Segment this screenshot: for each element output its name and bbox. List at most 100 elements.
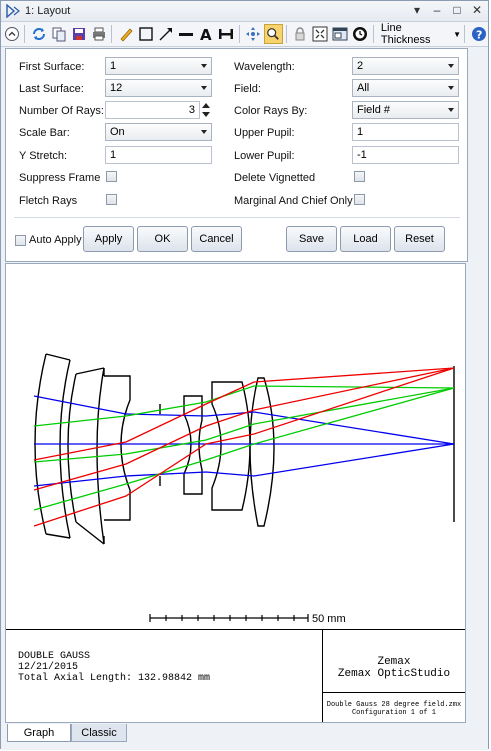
panel-divider — [14, 217, 460, 218]
graph-footer: DOUBLE GAUSS 12/21/2015 Total Axial Leng… — [6, 629, 465, 723]
auto-apply-checkbox[interactable] — [15, 235, 26, 246]
svg-text:?: ? — [476, 29, 482, 42]
color-rays-by-label: Color Rays By: — [234, 105, 308, 117]
lock-icon[interactable] — [291, 24, 310, 44]
y-stretch-value: 1 — [110, 149, 117, 161]
stepper-arrows-icon — [202, 103, 210, 117]
chevron-down-icon — [201, 130, 207, 134]
line-icon[interactable] — [176, 24, 195, 44]
number-of-rays-input[interactable]: 3 — [105, 101, 200, 119]
upper-pupil-label: Upper Pupil: — [234, 127, 295, 139]
color-rays-by-dropdown[interactable]: Field # — [352, 101, 459, 119]
marginal-chief-label: Marginal And Chief Only — [234, 195, 353, 207]
settings-panel: First Surface: 1 Last Surface: 12 Number… — [5, 48, 468, 262]
last-surface-dropdown[interactable]: 12 — [105, 79, 212, 97]
scale-bar-value: On — [110, 126, 125, 138]
toolbar-separator — [111, 25, 113, 43]
expand-icon[interactable] — [2, 24, 21, 44]
auto-apply-label: Auto Apply — [29, 234, 82, 246]
clock-icon[interactable] — [351, 24, 370, 44]
footer-left-box: DOUBLE GAUSS 12/21/2015 Total Axial Leng… — [6, 630, 323, 722]
pan-icon[interactable] — [244, 24, 263, 44]
lens-date: 12/21/2015 — [18, 662, 79, 673]
fit-icon[interactable] — [311, 24, 330, 44]
rectangle-icon[interactable] — [136, 24, 155, 44]
toolbar-separator — [24, 25, 26, 43]
y-stretch-input[interactable]: 1 — [105, 146, 212, 164]
zoom-icon[interactable] — [263, 24, 283, 44]
first-surface-value: 1 — [110, 60, 117, 72]
suppress-frame-label: Suppress Frame — [19, 172, 101, 184]
last-surface-value: 12 — [110, 82, 123, 94]
lens-1-edges — [45, 353, 71, 539]
footer-left-text: DOUBLE GAUSS 12/21/2015 Total Axial Leng… — [18, 651, 210, 684]
delete-vignetted-label: Delete Vignetted — [234, 172, 316, 184]
field-label: Field: — [234, 83, 261, 95]
tab-classic[interactable]: Classic — [71, 724, 127, 742]
toolbar: A Line Thickness ▼ ? — [1, 22, 488, 47]
toolbar-separator — [464, 25, 466, 43]
minimize-button[interactable]: – — [430, 3, 444, 17]
company-name: Zemax — [377, 656, 411, 668]
copy-icon[interactable] — [49, 24, 68, 44]
marginal-chief-checkbox[interactable] — [354, 194, 365, 205]
svg-text:A: A — [200, 26, 212, 42]
configuration: Configuration 1 of 1 — [351, 709, 436, 717]
chevron-down-icon — [201, 64, 207, 68]
close-button[interactable]: ✕ — [470, 3, 484, 17]
dropdown-chevron-icon[interactable]: ▾ — [410, 3, 424, 17]
suppress-frame-checkbox[interactable] — [106, 171, 117, 182]
apply-button[interactable]: Apply — [83, 226, 134, 252]
last-surface-label: Last Surface: — [19, 83, 84, 95]
upper-pupil-value: 1 — [357, 126, 364, 138]
load-button[interactable]: Load — [340, 226, 391, 252]
ok-button[interactable]: OK — [137, 226, 188, 252]
footer-right-top: Zemax Zemax OpticStudio — [323, 646, 465, 692]
dimension-icon[interactable] — [217, 24, 236, 44]
scale-bar-label: 50 mm — [312, 613, 346, 625]
fletch-rays-label: Fletch Rays — [19, 195, 78, 207]
maximize-button[interactable]: □ — [450, 3, 464, 17]
chevron-down-icon — [448, 86, 454, 90]
cancel-button[interactable]: Cancel — [191, 226, 242, 252]
line-thickness-label: Line Thickness — [380, 22, 431, 46]
lens-elements — [34, 353, 455, 545]
toolbar-separator — [372, 25, 374, 43]
reset-button[interactable]: Reset — [394, 226, 445, 252]
save-button[interactable]: Save — [286, 226, 337, 252]
lower-pupil-value: -1 — [357, 149, 367, 161]
number-of-rays-value: 3 — [188, 104, 195, 116]
wavelength-value: 2 — [357, 60, 364, 72]
lower-pupil-input[interactable]: -1 — [352, 146, 459, 164]
chevron-down-icon: ▼ — [453, 29, 462, 39]
scale-bar-dropdown[interactable]: On — [105, 123, 212, 141]
line-thickness-dropdown[interactable]: Line Thickness ▼ — [381, 22, 461, 46]
save-icon[interactable] — [69, 24, 88, 44]
text-icon[interactable]: A — [196, 24, 215, 44]
rays-stepper[interactable] — [201, 101, 211, 119]
print-icon[interactable] — [89, 24, 108, 44]
lens-6-outline — [249, 377, 275, 527]
field-dropdown[interactable]: All — [352, 79, 459, 97]
help-icon[interactable]: ? — [469, 24, 488, 44]
chevron-down-icon — [201, 86, 207, 90]
arrow-icon[interactable] — [156, 24, 175, 44]
field-value: All — [357, 82, 370, 94]
wavelength-dropdown[interactable]: 2 — [352, 57, 459, 75]
lens-name: DOUBLE GAUSS — [18, 651, 91, 662]
fletch-rays-checkbox[interactable] — [106, 194, 117, 205]
refresh-icon[interactable] — [29, 24, 48, 44]
upper-pupil-input[interactable]: 1 — [352, 123, 459, 141]
first-surface-dropdown[interactable]: 1 — [105, 57, 212, 75]
window-title: 1: Layout — [25, 5, 71, 17]
title-bar: 1: Layout ▾ – □ ✕ — [1, 1, 488, 22]
tab-graph[interactable]: Graph — [7, 724, 71, 742]
delete-vignetted-checkbox[interactable] — [354, 171, 365, 182]
file-name: Double Gauss 28 degree field.zmx — [326, 701, 462, 709]
layout-window: 1: Layout ▾ – □ ✕ A Line Thickness ▼ ? F… — [0, 0, 489, 750]
tab-bar: Graph Classic — [1, 724, 488, 750]
window-icon[interactable] — [331, 24, 350, 44]
lower-pupil-label: Lower Pupil: — [234, 150, 295, 162]
pencil-icon[interactable] — [116, 24, 135, 44]
chevron-down-icon — [448, 108, 454, 112]
